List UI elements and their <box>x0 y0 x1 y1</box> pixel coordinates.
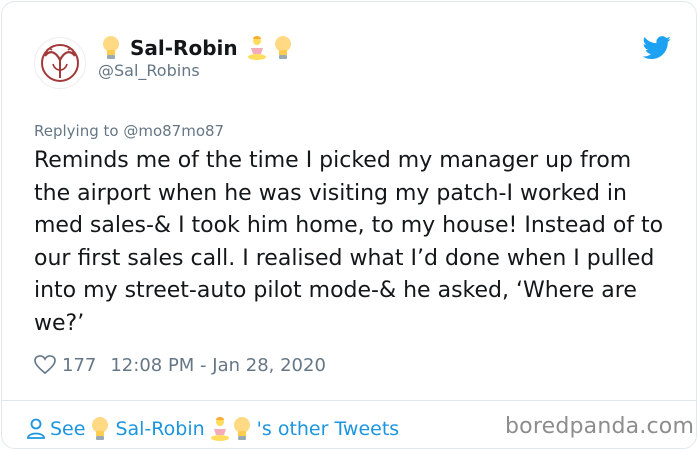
see-label[interactable]: See <box>50 418 85 440</box>
lightbulb-icon <box>233 417 250 440</box>
display-name[interactable]: Sal-Robin <box>130 36 238 60</box>
other-tweets-label[interactable]: 's other Tweets <box>257 418 400 440</box>
person-in-lotus-position-icon <box>247 36 266 60</box>
see-other-tweets-link[interactable]: See Sal-Robin 's other Tweets <box>26 414 403 444</box>
tweet-card: Sal-Robin @Sal_Robins Replying to @mo87m… <box>1 1 697 449</box>
tweet-text: Reminds me of the time I picked my manag… <box>34 148 664 336</box>
ornamental-logo-icon <box>41 44 79 82</box>
person-in-lotus-position-icon <box>210 417 229 441</box>
heart-outline-icon[interactable] <box>34 355 56 375</box>
user-handle[interactable]: @Sal_Robins <box>98 61 200 80</box>
author-name-row[interactable]: Sal-Robin <box>100 33 294 63</box>
footer-author-name[interactable]: Sal-Robin <box>115 418 204 440</box>
timestamp[interactable]: 12:08 PM - Jan 28, 2020 <box>110 355 326 376</box>
replying-to[interactable]: Replying to @mo87mo87 <box>34 122 224 140</box>
like-count[interactable]: 177 <box>62 355 96 376</box>
avatar[interactable] <box>34 37 86 89</box>
lightbulb-icon <box>103 36 119 59</box>
watermark: boredpanda.com <box>505 414 695 439</box>
lightbulb-icon <box>92 417 109 440</box>
replying-to-text[interactable]: Replying to @mo87mo87 <box>34 122 224 140</box>
twitter-bird-icon[interactable] <box>642 36 672 60</box>
tweet-meta: 177 12:08 PM - Jan 28, 2020 <box>34 352 326 378</box>
divider <box>2 400 696 401</box>
lightbulb-icon <box>274 36 291 59</box>
person-outline-icon <box>27 418 45 439</box>
